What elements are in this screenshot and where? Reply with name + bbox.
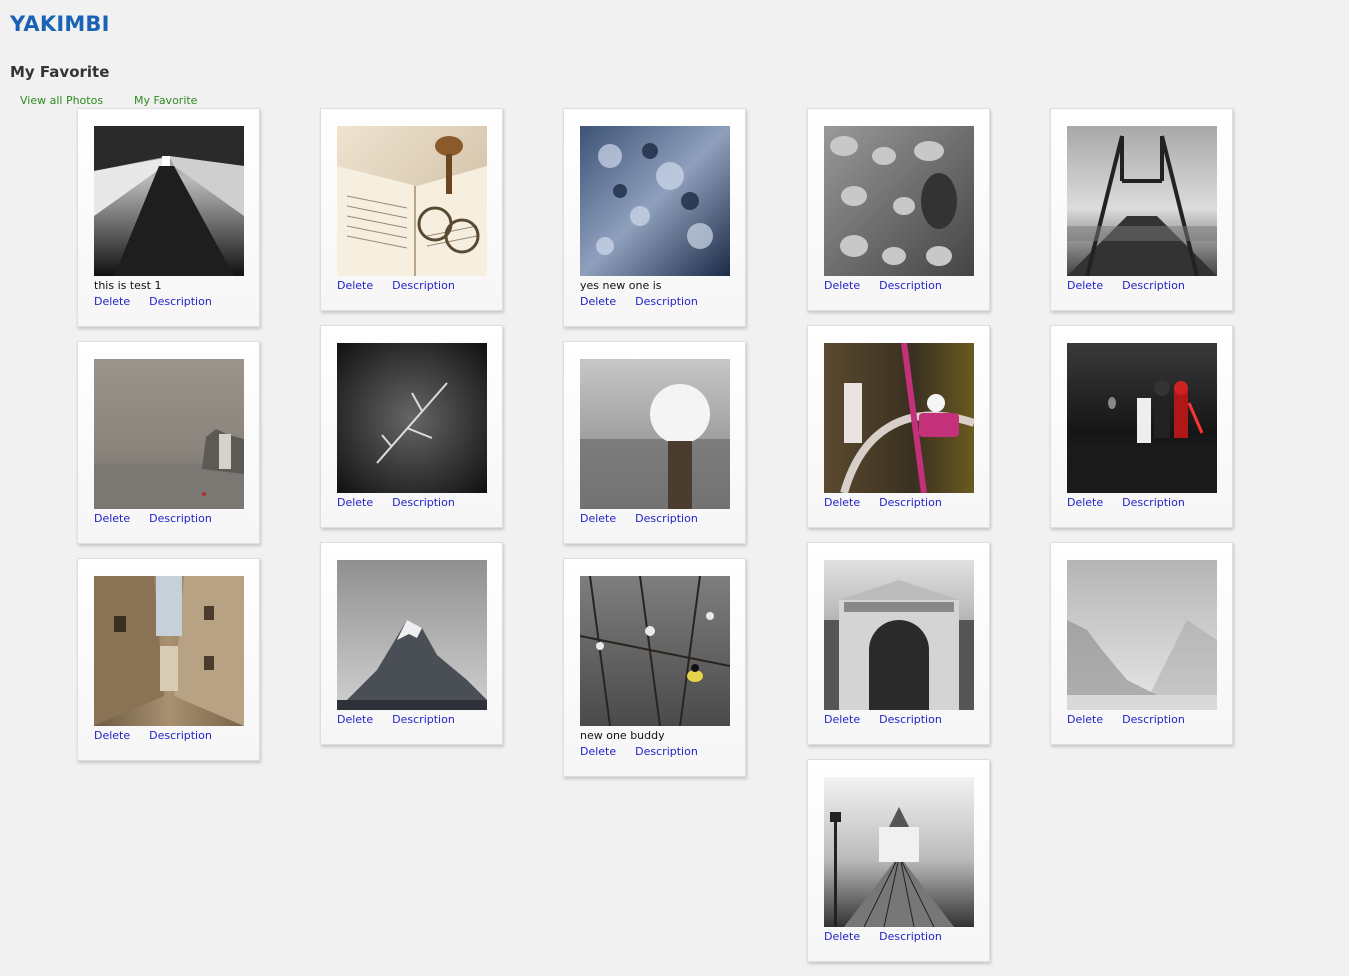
delete-link[interactable]: Delete xyxy=(94,295,130,308)
delete-link[interactable]: Delete xyxy=(1067,713,1103,726)
photo-card: Delete Description xyxy=(320,108,503,311)
photo-actions: Delete Description xyxy=(824,496,989,509)
photo-thumbnail[interactable] xyxy=(824,560,974,710)
delete-link[interactable]: Delete xyxy=(580,745,616,758)
delete-link[interactable]: Delete xyxy=(337,713,373,726)
delete-link[interactable]: Delete xyxy=(94,729,130,742)
description-link[interactable]: Description xyxy=(149,512,212,525)
photo-thumbnail[interactable] xyxy=(337,126,487,276)
description-link[interactable]: Description xyxy=(1122,496,1185,509)
photo-thumbnail[interactable] xyxy=(337,343,487,493)
photo-card: Delete Description xyxy=(1050,108,1233,311)
photo-card: Delete Description xyxy=(1050,325,1233,528)
photo-card: Delete Description xyxy=(807,108,990,311)
photo-actions: Delete Description xyxy=(824,930,989,943)
description-link[interactable]: Description xyxy=(635,745,698,758)
nav-my-favorite[interactable]: My Favorite xyxy=(134,94,197,107)
description-link[interactable]: Description xyxy=(1122,279,1185,292)
photo-card: Delete Description xyxy=(807,325,990,528)
photo-caption: yes new one is xyxy=(580,279,662,292)
nav-view-all-photos[interactable]: View all Photos xyxy=(20,94,103,107)
photo-card: Delete Description xyxy=(563,341,746,544)
photo-thumbnail[interactable] xyxy=(1067,343,1217,493)
photo-thumbnail[interactable] xyxy=(580,126,730,276)
delete-link[interactable]: Delete xyxy=(94,512,130,525)
description-link[interactable]: Description xyxy=(1122,713,1185,726)
photo-actions: Delete Description xyxy=(337,279,502,292)
delete-link[interactable]: Delete xyxy=(337,496,373,509)
photo-thumbnail[interactable] xyxy=(824,343,974,493)
photo-thumbnail[interactable] xyxy=(94,576,244,726)
description-link[interactable]: Description xyxy=(879,930,942,943)
description-link[interactable]: Description xyxy=(879,496,942,509)
description-link[interactable]: Description xyxy=(392,279,455,292)
photo-caption: this is test 1 xyxy=(94,279,162,292)
page-title: My Favorite xyxy=(10,63,110,81)
photo-thumbnail[interactable] xyxy=(1067,560,1217,710)
delete-link[interactable]: Delete xyxy=(824,496,860,509)
brand-logo[interactable]: YAKIMBI xyxy=(10,12,110,36)
photo-thumbnail[interactable] xyxy=(94,126,244,276)
photo-card: Delete Description xyxy=(320,325,503,528)
photo-actions: Delete Description xyxy=(337,496,502,509)
photo-actions: Delete Description xyxy=(580,745,745,758)
photo-card: yes new one is Delete Description xyxy=(563,108,746,327)
description-link[interactable]: Description xyxy=(149,729,212,742)
description-link[interactable]: Description xyxy=(879,279,942,292)
delete-link[interactable]: Delete xyxy=(580,295,616,308)
photo-thumbnail[interactable] xyxy=(1067,126,1217,276)
photo-card: Delete Description xyxy=(807,542,990,745)
photo-actions: Delete Description xyxy=(1067,496,1232,509)
photo-thumbnail[interactable] xyxy=(94,359,244,509)
delete-link[interactable]: Delete xyxy=(1067,496,1103,509)
photo-card: new one buddy Delete Description xyxy=(563,558,746,777)
photo-actions: Delete Description xyxy=(580,512,745,525)
delete-link[interactable]: Delete xyxy=(1067,279,1103,292)
photo-actions: Delete Description xyxy=(1067,713,1232,726)
photo-thumbnail[interactable] xyxy=(580,576,730,726)
photo-card: Delete Description xyxy=(320,542,503,745)
description-link[interactable]: Description xyxy=(149,295,212,308)
photo-caption: new one buddy xyxy=(580,729,665,742)
photo-card: Delete Description xyxy=(77,341,260,544)
photo-card: Delete Description xyxy=(807,759,990,962)
description-link[interactable]: Description xyxy=(392,496,455,509)
photo-actions: Delete Description xyxy=(94,729,259,742)
delete-link[interactable]: Delete xyxy=(824,930,860,943)
photo-actions: Delete Description xyxy=(824,279,989,292)
delete-link[interactable]: Delete xyxy=(824,279,860,292)
photo-thumbnail[interactable] xyxy=(337,560,487,710)
photo-actions: Delete Description xyxy=(580,295,745,308)
delete-link[interactable]: Delete xyxy=(824,713,860,726)
description-link[interactable]: Description xyxy=(392,713,455,726)
photo-card: this is test 1 Delete Description xyxy=(77,108,260,327)
photo-thumbnail[interactable] xyxy=(824,777,974,927)
photo-actions: Delete Description xyxy=(337,713,502,726)
photo-card: Delete Description xyxy=(1050,542,1233,745)
photo-thumbnail[interactable] xyxy=(580,359,730,509)
photo-column: this is test 1 Delete Description Delete Des… xyxy=(77,108,262,775)
description-link[interactable]: Description xyxy=(635,295,698,308)
photo-actions: Delete Description xyxy=(1067,279,1232,292)
photo-column: Delete Description Delete Description Delete… xyxy=(1050,108,1235,759)
description-link[interactable]: Description xyxy=(879,713,942,726)
photo-column: Delete Description Delete Description Delete… xyxy=(807,108,992,976)
photo-column: Delete Description Delete Description Delete… xyxy=(320,108,505,759)
delete-link[interactable]: Delete xyxy=(337,279,373,292)
photo-card: Delete Description xyxy=(77,558,260,761)
photo-column: yes new one is Delete Description Delete Des… xyxy=(563,108,748,791)
photo-thumbnail[interactable] xyxy=(824,126,974,276)
photo-actions: Delete Description xyxy=(94,295,259,308)
photo-actions: Delete Description xyxy=(94,512,259,525)
delete-link[interactable]: Delete xyxy=(580,512,616,525)
description-link[interactable]: Description xyxy=(635,512,698,525)
photo-actions: Delete Description xyxy=(824,713,989,726)
